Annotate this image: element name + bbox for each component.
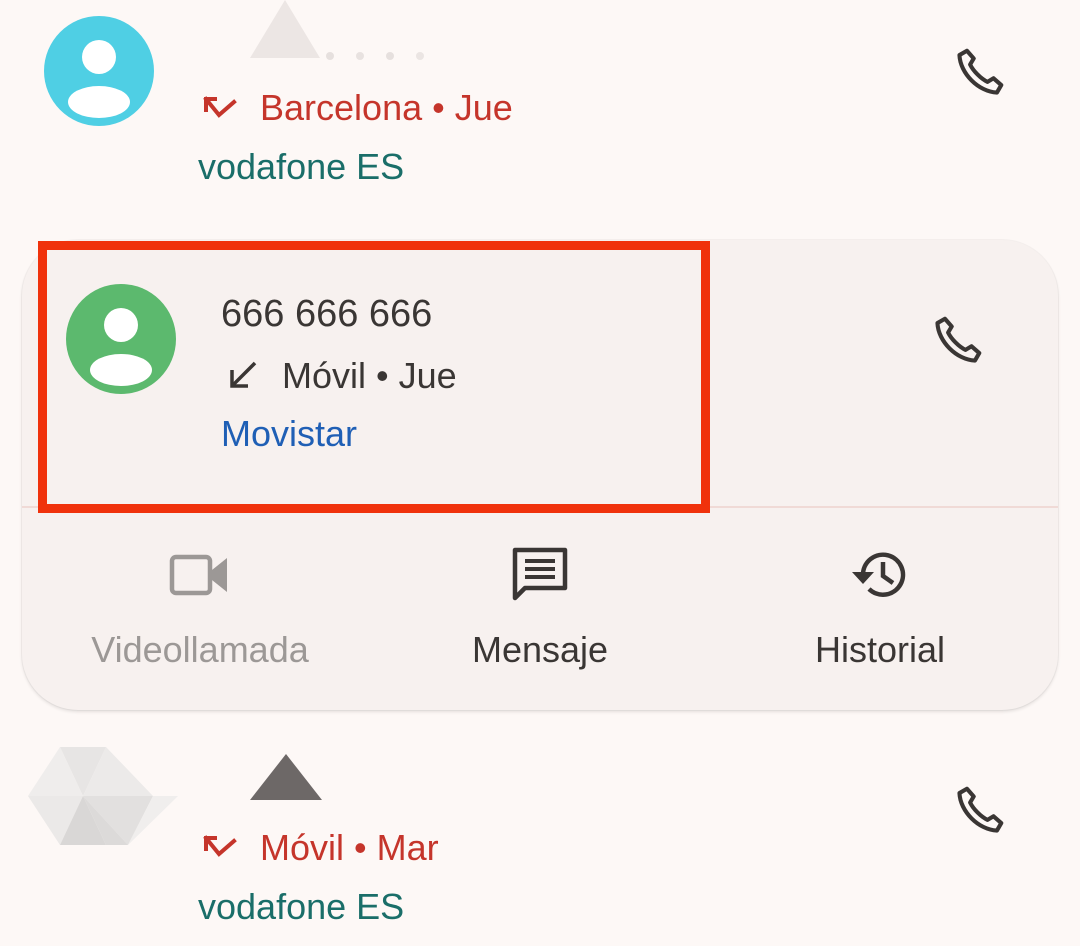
missed-call-icon (200, 90, 240, 130)
contact-avatar[interactable] (44, 16, 154, 126)
phone-icon (957, 786, 1004, 833)
call-detail: Móvil • Mar (260, 827, 439, 868)
history-button[interactable]: Historial (730, 540, 1030, 672)
message-icon (512, 547, 568, 601)
action-label: Historial (814, 629, 946, 670)
redacted-avatar (28, 745, 178, 847)
call-button[interactable] (926, 308, 990, 372)
person-icon (68, 40, 130, 118)
video-call-button[interactable]: Videollamada (50, 540, 350, 672)
call-button[interactable] (948, 778, 1012, 842)
highlight-box (38, 241, 710, 513)
call-button[interactable] (948, 40, 1012, 104)
phone-icon (957, 48, 1004, 95)
message-button[interactable]: Mensaje (390, 540, 690, 672)
carrier-name: vodafone ES (198, 886, 405, 927)
action-label: Videollamada (91, 629, 309, 670)
missed-call-icon (200, 829, 240, 869)
call-detail: Barcelona • Jue (260, 87, 513, 128)
action-label: Mensaje (471, 629, 609, 670)
phone-icon (935, 316, 982, 363)
carrier-name: vodafone ES (198, 146, 405, 187)
history-icon (852, 552, 906, 597)
redacted-name (210, 0, 450, 64)
video-camera-icon (169, 554, 227, 596)
redacted-name (244, 752, 334, 802)
